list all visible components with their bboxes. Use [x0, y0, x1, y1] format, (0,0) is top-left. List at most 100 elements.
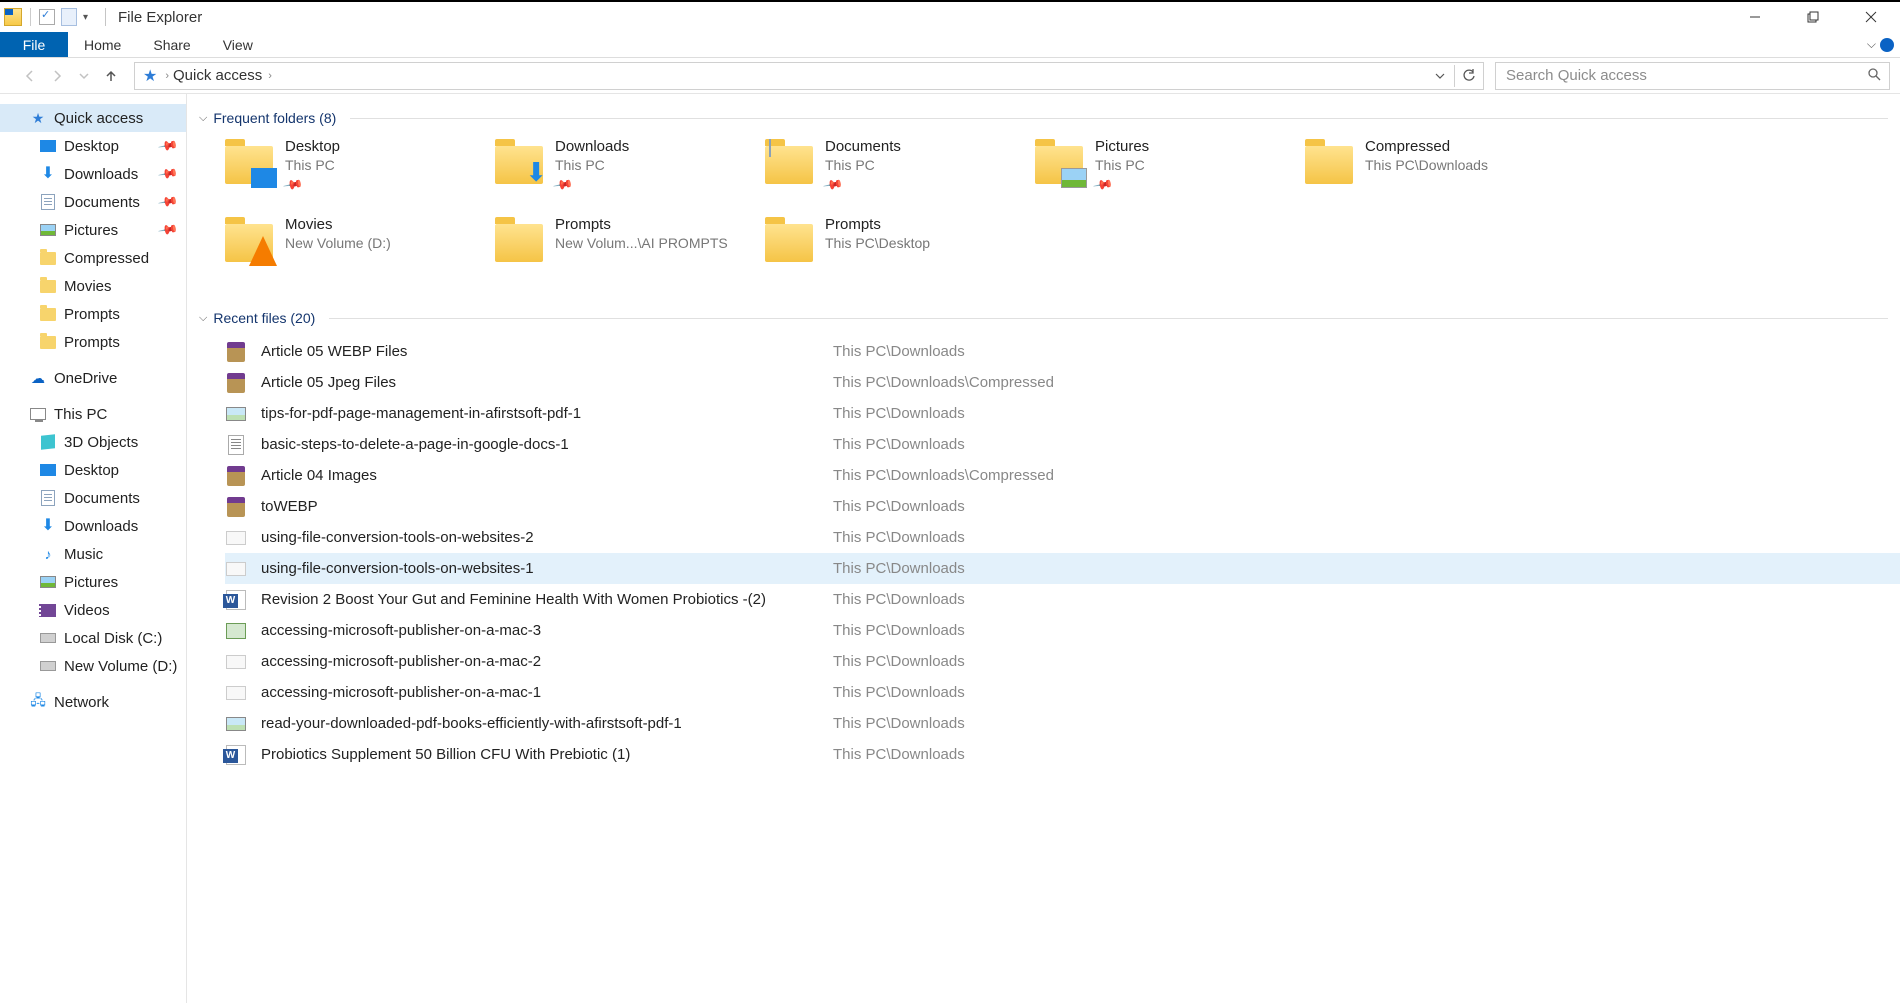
- tab-home[interactable]: Home: [68, 32, 137, 57]
- chevron-down-icon[interactable]: ⌵: [199, 312, 207, 325]
- nav-item[interactable]: Documents: [0, 484, 186, 512]
- file-row[interactable]: Article 05 WEBP Files This PC\Downloads: [225, 336, 1900, 367]
- nav-item[interactable]: Movies: [0, 272, 186, 300]
- section-header-recent[interactable]: ⌵ Recent files (20): [199, 306, 1900, 330]
- file-row[interactable]: tips-for-pdf-page-management-in-afirstso…: [225, 398, 1900, 429]
- chevron-right-icon[interactable]: ›: [165, 70, 169, 82]
- search-input[interactable]: [1496, 63, 1889, 89]
- nav-item[interactable]: Pictures: [0, 568, 186, 596]
- file-row[interactable]: accessing-microsoft-publisher-on-a-mac-3…: [225, 615, 1900, 646]
- nav-item[interactable]: Videos: [0, 596, 186, 624]
- folder-path: This PC\Desktop: [825, 235, 930, 251]
- folder-icon: [225, 216, 273, 264]
- disk-icon: [40, 630, 56, 646]
- file-row[interactable]: Probiotics Supplement 50 Billion CFU Wit…: [225, 739, 1900, 770]
- 3d-objects-icon: [40, 434, 56, 450]
- file-row[interactable]: Article 04 Images This PC\Downloads\Comp…: [225, 460, 1900, 491]
- folder-tile[interactable]: Desktop This PC 📌: [225, 138, 495, 210]
- file-row[interactable]: Revision 2 Boost Your Gut and Feminine H…: [225, 584, 1900, 615]
- nav-item[interactable]: ♪ Music: [0, 540, 186, 568]
- nav-network[interactable]: 🖧 Network: [0, 688, 186, 716]
- nav-onedrive[interactable]: ☁ OneDrive: [0, 364, 186, 392]
- file-path: This PC\Downloads: [833, 343, 965, 360]
- nav-item[interactable]: Pictures 📌: [0, 216, 186, 244]
- file-row[interactable]: using-file-conversion-tools-on-websites-…: [225, 553, 1900, 584]
- up-button[interactable]: [99, 64, 123, 88]
- search-box[interactable]: [1495, 62, 1890, 90]
- file-icon: [225, 589, 247, 611]
- file-name: accessing-microsoft-publisher-on-a-mac-2: [261, 653, 833, 670]
- folder-path: New Volume (D:): [285, 235, 391, 251]
- tab-view[interactable]: View: [207, 32, 269, 57]
- nav-item[interactable]: Compressed: [0, 244, 186, 272]
- video-icon: [40, 602, 56, 618]
- nav-item[interactable]: ⬇ Downloads: [0, 512, 186, 540]
- search-icon[interactable]: [1867, 67, 1881, 84]
- folder-tile[interactable]: ⬇ Downloads This PC 📌: [495, 138, 765, 210]
- minimize-button[interactable]: [1726, 2, 1784, 32]
- section-header-frequent[interactable]: ⌵ Frequent folders (8): [199, 106, 1900, 130]
- nav-item[interactable]: 3D Objects: [0, 428, 186, 456]
- qat-customize-icon[interactable]: ▾: [83, 12, 93, 22]
- window-controls: [1726, 2, 1900, 32]
- close-button[interactable]: [1842, 2, 1900, 32]
- folder-tile[interactable]: Movies New Volume (D:): [225, 216, 495, 288]
- nav-item[interactable]: Local Disk (C:): [0, 624, 186, 652]
- nav-item[interactable]: Prompts: [0, 300, 186, 328]
- navigation-pane[interactable]: ★ Quick access Desktop 📌 ⬇ Downloads 📌 D…: [0, 94, 187, 1003]
- file-row[interactable]: basic-steps-to-delete-a-page-in-google-d…: [225, 429, 1900, 460]
- properties-icon[interactable]: [39, 9, 55, 25]
- chevron-right-icon[interactable]: ›: [268, 70, 272, 82]
- file-icon: [225, 434, 247, 456]
- pin-icon: 📌: [552, 174, 574, 196]
- nav-quick-access[interactable]: ★ Quick access: [0, 104, 186, 132]
- file-row[interactable]: using-file-conversion-tools-on-websites-…: [225, 522, 1900, 553]
- address-bar[interactable]: ★ › Quick access ›: [134, 62, 1484, 90]
- expand-ribbon-icon[interactable]: ⌵: [1867, 37, 1876, 52]
- folder-path: This PC: [1095, 157, 1149, 173]
- separator: [105, 8, 106, 26]
- file-row[interactable]: accessing-microsoft-publisher-on-a-mac-2…: [225, 646, 1900, 677]
- file-row[interactable]: accessing-microsoft-publisher-on-a-mac-1…: [225, 677, 1900, 708]
- nav-this-pc[interactable]: This PC: [0, 400, 186, 428]
- file-name: Article 05 WEBP Files: [261, 343, 833, 360]
- forward-button[interactable]: [45, 64, 69, 88]
- file-path: This PC\Downloads: [833, 529, 965, 546]
- nav-item[interactable]: ⬇ Downloads 📌: [0, 160, 186, 188]
- file-row[interactable]: Article 05 Jpeg Files This PC\Downloads\…: [225, 367, 1900, 398]
- help-icon[interactable]: [1880, 38, 1894, 52]
- file-icon: [225, 651, 247, 673]
- nav-label: Pictures: [64, 222, 118, 239]
- disk-icon: [40, 658, 56, 674]
- tab-file[interactable]: File: [0, 32, 68, 57]
- file-row[interactable]: read-your-downloaded-pdf-books-efficient…: [225, 708, 1900, 739]
- nav-item[interactable]: New Volume (D:): [0, 652, 186, 680]
- folder-tile[interactable]: Prompts New Volum...\AI PROMPTS: [495, 216, 765, 288]
- new-folder-icon[interactable]: [61, 8, 77, 26]
- back-button[interactable]: [18, 64, 42, 88]
- desktop-icon: [40, 462, 56, 478]
- nav-item[interactable]: Documents 📌: [0, 188, 186, 216]
- folder-path: This PC\Downloads: [1365, 157, 1488, 173]
- nav-label: Prompts: [64, 306, 120, 323]
- breadcrumb[interactable]: Quick access: [173, 67, 262, 84]
- refresh-button[interactable]: [1455, 63, 1483, 89]
- file-row[interactable]: toWEBP This PC\Downloads: [225, 491, 1900, 522]
- nav-item[interactable]: Desktop: [0, 456, 186, 484]
- file-icon: [225, 744, 247, 766]
- content-area[interactable]: ⌵ Frequent folders (8) Desktop This PC 📌…: [187, 94, 1900, 1003]
- nav-item[interactable]: Desktop 📌: [0, 132, 186, 160]
- pin-icon: 📌: [157, 135, 179, 157]
- recent-locations-button[interactable]: [72, 64, 96, 88]
- chevron-down-icon[interactable]: ⌵: [199, 112, 207, 125]
- network-icon: 🖧: [30, 694, 46, 710]
- address-dropdown-button[interactable]: [1426, 63, 1454, 89]
- folder-tile[interactable]: Documents This PC 📌: [765, 138, 1035, 210]
- folder-tile[interactable]: Prompts This PC\Desktop: [765, 216, 1035, 288]
- tab-share[interactable]: Share: [137, 32, 206, 57]
- folder-tile[interactable]: Pictures This PC 📌: [1035, 138, 1305, 210]
- file-name: using-file-conversion-tools-on-websites-…: [261, 560, 833, 577]
- nav-item[interactable]: Prompts: [0, 328, 186, 356]
- maximize-button[interactable]: [1784, 2, 1842, 32]
- folder-tile[interactable]: Compressed This PC\Downloads: [1305, 138, 1575, 210]
